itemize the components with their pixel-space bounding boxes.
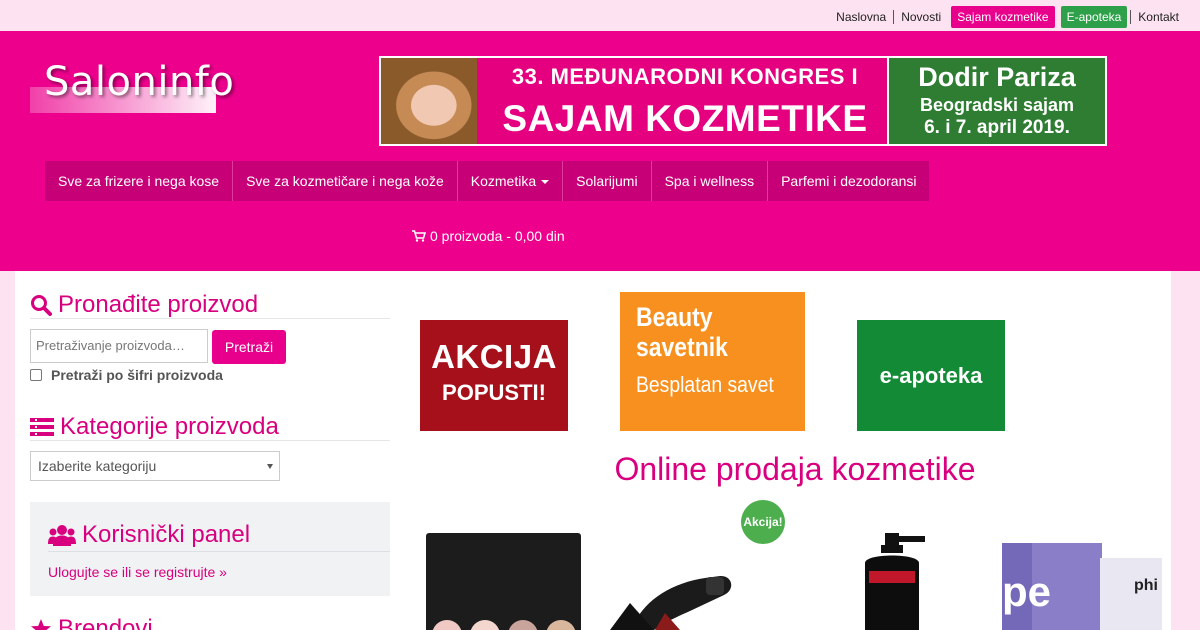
main-nav: Sve za frizere i nega kose Sve za kozmet… (45, 161, 930, 201)
product-image (426, 533, 581, 630)
user-panel-heading: Korisnički panel (48, 521, 250, 549)
brands-heading: Brendovi (30, 615, 153, 630)
product-card-shampoo[interactable] (803, 533, 978, 630)
fair-banner[interactable]: 33. MEĐUNARODNI KONGRES I SAJAM KOZMETIK… (379, 56, 1107, 146)
nav-label: Parfemi i dezodoransi (781, 173, 917, 189)
logo-text: Saloninfo (44, 59, 235, 105)
list-icon (30, 418, 54, 436)
login-register-link[interactable]: Ulogujte se ili se registrujte » (48, 564, 227, 580)
nav-label: Spa i wellness (664, 173, 755, 189)
top-link-news[interactable]: Novosti (893, 10, 948, 24)
promo-beauty-line3: Besplatan savet (636, 372, 774, 397)
promo-beauty-line2: savetnik (636, 332, 728, 362)
nav-item-solariums[interactable]: Solarijumi (563, 161, 652, 201)
divider (48, 551, 390, 552)
promo-sale-title: AKCIJA (431, 338, 557, 375)
cart-text: 0 proizvoda - 0,00 din (430, 228, 565, 244)
chevron-down-icon (267, 464, 273, 469)
user-panel-heading-text: Korisnički panel (82, 521, 251, 548)
promo-sale-tile[interactable]: AKCIJA POPUSTI! (420, 320, 568, 431)
top-link-home[interactable]: Naslovna (829, 10, 893, 24)
search-icon (31, 295, 52, 316)
sku-checkbox[interactable] (30, 369, 42, 381)
top-link-cosmetics-fair[interactable]: Sajam kozmetike (951, 6, 1055, 28)
categories-heading: Kategorije proizvoda (30, 413, 279, 441)
users-icon (48, 525, 76, 546)
banner-line1: 33. MEĐUNARODNI KONGRES I (511, 64, 859, 89)
category-select[interactable]: Izaberite kategoriju (30, 451, 280, 481)
product-card-hair-treatment[interactable]: pe phi (1002, 508, 1168, 630)
search-heading: Pronađite proizvod (30, 291, 258, 319)
caret-down-icon (541, 180, 550, 185)
main-content: Pronađite proizvod Pretraživanje proizvo… (15, 271, 1171, 630)
product-image: pe phi (1002, 543, 1162, 630)
page-title: Online prodaja kozmetike (614, 451, 976, 487)
banner-venue: Beogradski sajam (919, 95, 1075, 115)
star-icon (31, 619, 51, 630)
banner-right-panel: Dodir Pariza Beogradski sajam 6. i 7. ap… (887, 58, 1105, 144)
top-utility-bar: Naslovna Novosti Sajam kozmetike E-apote… (0, 0, 1200, 31)
product-brand-partial: pe (1002, 568, 1051, 615)
site-logo[interactable]: Saloninfo (30, 59, 234, 115)
banner-line2: SAJAM KOZMETIKE (502, 98, 868, 139)
site-header: Saloninfo 33. MEĐUNARODNI KONGRES I SAJA… (0, 31, 1200, 271)
product-image (865, 533, 925, 630)
product-card-eyeshadow-palette[interactable] (423, 533, 587, 630)
categories-heading-text: Kategorije proizvoda (60, 413, 279, 440)
search-input[interactable]: Pretraživanje proizvoda… (30, 329, 208, 363)
palette-pan (508, 620, 538, 630)
banner-model-image (381, 58, 477, 144)
banner-date: 6. i 7. april 2019. (924, 117, 1070, 138)
banner-event-title: Dodir Pariza (918, 62, 1076, 92)
nav-label: Kozmetika (470, 173, 537, 189)
search-heading-text: Pronađite proizvod (58, 291, 259, 318)
search-button[interactable]: Pretraži (212, 330, 286, 364)
top-links: Naslovna Novosti Sajam kozmetike E-apote… (829, 6, 1186, 28)
sale-badge: Akcija! (741, 500, 785, 544)
nav-label: Sve za frizere i nega kose (58, 173, 220, 189)
banner-left-panel: 33. MEĐUNARODNI KONGRES I SAJAM KOZMETIK… (381, 58, 887, 144)
sku-checkbox-label: Pretraži po šifri proizvoda (51, 367, 223, 383)
promo-sale-subtitle: POPUSTI! (442, 380, 546, 405)
nav-label: Sve za kozmetičare i nega kože (246, 173, 444, 189)
nav-item-beauticians[interactable]: Sve za kozmetičare i nega kože (233, 161, 458, 201)
palette-pan (470, 620, 500, 630)
nav-item-hairdressers[interactable]: Sve za frizere i nega kose (45, 161, 234, 201)
divider (30, 318, 390, 319)
cart-icon (412, 230, 426, 242)
nav-item-perfumes[interactable]: Parfemi i dezodoransi (768, 161, 930, 201)
top-link-e-pharmacy[interactable]: E-apoteka (1060, 6, 1128, 28)
cart-summary[interactable]: 0 proizvoda - 0,00 din (412, 228, 565, 244)
divider (30, 440, 390, 441)
product-brand-label: phi (1134, 577, 1158, 594)
palette-pan (546, 620, 576, 630)
nav-item-spa-wellness[interactable]: Spa i wellness (651, 161, 769, 201)
product-image (610, 575, 732, 630)
user-panel: Korisnički panel Ulogujte se ili se regi… (30, 502, 390, 596)
nav-item-cosmetics[interactable]: Kozmetika (457, 161, 564, 201)
promo-beauty-advisor-tile[interactable]: Beauty savetnik Besplatan savet (620, 292, 805, 431)
product-card-hair-dryer[interactable] (610, 533, 780, 630)
category-select-value: Izaberite kategoriju (38, 458, 157, 474)
promo-e-pharmacy-tile[interactable]: e-apoteka (857, 320, 1005, 431)
brands-heading-text: Brendovi (58, 615, 153, 630)
palette-pan (432, 620, 462, 630)
top-link-contact[interactable]: Kontakt (1130, 10, 1186, 24)
nav-label: Solarijumi (576, 173, 638, 189)
sku-search-option[interactable]: Pretraži po šifri proizvoda (30, 367, 223, 383)
promo-beauty-line1: Beauty (636, 302, 713, 332)
